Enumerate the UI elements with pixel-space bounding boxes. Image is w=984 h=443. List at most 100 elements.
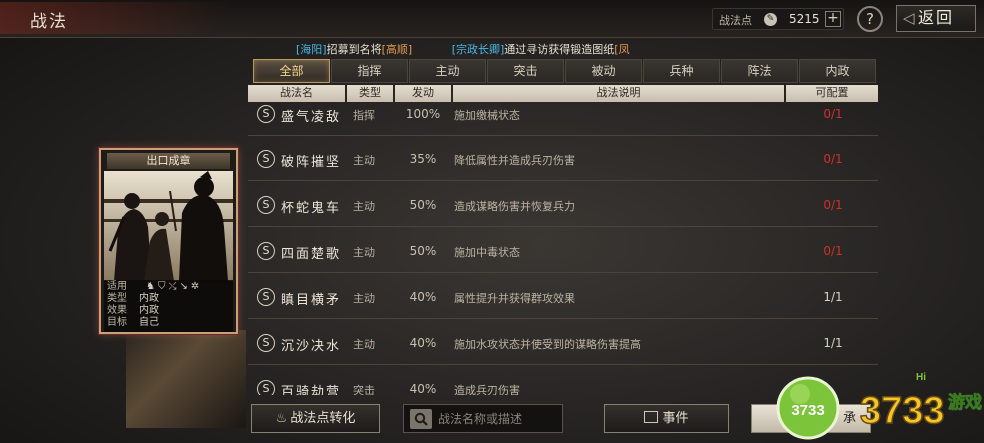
tactic-rate: 50% <box>409 197 437 212</box>
tactic-name: 瞋目横矛 <box>281 292 342 308</box>
tactic-rate: 40% <box>409 335 437 350</box>
column-header-type[interactable]: 类型 <box>347 85 393 102</box>
convert-points-button[interactable]: ♨ 战法点转化 <box>251 404 380 433</box>
ticker-text: 招募到名将 <box>326 43 382 56</box>
tactic-rate: 40% <box>409 289 437 304</box>
tab-formation[interactable]: 阵法 <box>721 59 798 83</box>
tactic-rate: 35% <box>409 151 437 166</box>
convert-points-label: 战法点转化 <box>290 411 356 426</box>
tactic-description: 降低属性并造成兵刃伤害 <box>454 153 575 167</box>
tactic-rate: 50% <box>409 243 437 258</box>
page-title: 战法 <box>30 12 68 32</box>
wheel-icon: ✲ <box>190 281 203 292</box>
grade-s-icon: S <box>257 287 275 306</box>
card-info-panel: 适用 ♞⛉⤯↘✲ 类型 内政 效果 内政 目标 自己 <box>104 280 233 332</box>
tactic-type: 突击 <box>353 383 375 396</box>
watermark-badge-text: 3733 <box>791 402 824 419</box>
column-header-rate[interactable]: 发动 <box>395 85 451 102</box>
card-info-key: 效果 <box>107 305 127 316</box>
tab-all[interactable]: 全部 <box>253 59 330 83</box>
tactic-description: 施加缴械状态 <box>454 108 520 122</box>
card-background-art <box>126 330 246 428</box>
tactic-row[interactable]: S 盛气凌敌 指挥 100% 施加缴械状态 0/1 <box>248 103 878 136</box>
ticker-player-name: [海阳] <box>296 43 327 56</box>
back-button-label: 返回 <box>917 8 954 27</box>
help-button[interactable]: ? <box>857 6 883 32</box>
tactic-type: 主动 <box>353 153 375 167</box>
tactic-configurable: 0/1 <box>823 106 843 121</box>
column-header-name[interactable]: 战法名 <box>248 85 345 102</box>
ticker-message: [宗政长卿]通过寻访获得锻造图纸[凤 <box>452 41 630 57</box>
card-info-value: 自己 <box>139 317 159 328</box>
add-points-button[interactable]: + <box>825 11 841 27</box>
grade-s-icon: S <box>257 104 275 123</box>
tab-passive[interactable]: 被动 <box>565 59 642 83</box>
search-icon[interactable] <box>410 409 432 429</box>
tactic-type: 指挥 <box>353 108 375 122</box>
tactic-name: 盛气凌敌 <box>281 109 342 125</box>
event-button[interactable]: 事件 <box>604 404 729 433</box>
tactic-row[interactable]: S 瞋目横矛 主动 40% 属性提升并获得群攻效果 1/1 <box>248 275 878 319</box>
tactic-configurable: 0/1 <box>823 151 843 166</box>
event-button-label: 事件 <box>662 411 689 426</box>
watermark-hi-text: Hi <box>916 372 926 383</box>
tactic-configurable: 0/1 <box>823 243 843 258</box>
column-header-configurable[interactable]: 可配置 <box>786 85 878 102</box>
category-tabs: 全部 指挥 主动 突击 被动 兵种 阵法 内政 <box>253 59 877 83</box>
card-info-effect: 效果 内政 <box>107 305 159 317</box>
search-input[interactable] <box>438 409 560 429</box>
tactic-points-icon: ✎ <box>764 13 777 26</box>
tactic-name: 破阵摧坚 <box>281 154 342 170</box>
tactics-list[interactable]: S 盛气凌敌 指挥 100% 施加缴械状态 0/1 S 破阵摧坚 主动 35% … <box>248 103 878 395</box>
tab-assault[interactable]: 突击 <box>487 59 564 83</box>
grade-s-icon: S <box>257 195 275 214</box>
shield-icon: ⛉ <box>157 281 169 292</box>
tab-troop[interactable]: 兵种 <box>643 59 720 83</box>
tactic-description: 属性提升并获得群攻效果 <box>454 291 575 305</box>
tab-active[interactable]: 主动 <box>409 59 486 83</box>
ticker-player-name: [宗政长卿] <box>451 43 505 56</box>
card-artwork <box>104 171 233 281</box>
ticker-item: [凤 <box>614 43 630 56</box>
tactic-points-box: 战法点 ✎ 5215 + <box>712 8 844 30</box>
tactic-type: 主动 <box>353 337 375 351</box>
ticker-text: 通过寻访获得锻造图纸 <box>504 43 615 56</box>
tactic-configurable: 1/1 <box>823 335 843 350</box>
tactic-card[interactable]: 出口成章 适用 ♞⛉⤯↘✲ 类型 内政 效果 内政 目标 自己 <box>99 148 238 334</box>
tactic-row[interactable]: S 沉沙决水 主动 40% 施加水攻状态并使受到的谋略伤害提高 1/1 <box>248 321 878 365</box>
tab-command[interactable]: 指挥 <box>331 59 408 83</box>
tactic-rate: 100% <box>405 106 441 121</box>
tactic-rate: 40% <box>409 381 437 396</box>
tactic-row[interactable]: S 破阵摧坚 主动 35% 降低属性并造成兵刃伤害 0/1 <box>248 137 878 181</box>
tactic-points-label: 战法点 <box>719 14 752 27</box>
bow-icon: ⤯ <box>168 281 180 292</box>
back-button[interactable]: ◁ 返回 <box>896 5 976 32</box>
tactic-name: 杯蛇鬼车 <box>281 200 342 216</box>
tactic-description: 施加中毒状态 <box>454 245 520 259</box>
grade-s-icon: S <box>257 149 275 168</box>
search-box <box>403 404 563 433</box>
top-bar: 战法 战法点 ✎ 5215 + ? ◁ 返回 <box>0 0 984 38</box>
tactic-row[interactable]: S 杯蛇鬼车 主动 50% 造成谋略伤害并恢复兵力 0/1 <box>248 183 878 227</box>
tactic-description: 造成兵刃伤害 <box>454 383 520 396</box>
card-info-target: 目标 自己 <box>107 317 159 329</box>
troop-type-icons: ♞⛉⤯↘✲ <box>146 281 202 293</box>
card-info-applicable: 适用 ♞⛉⤯↘✲ <box>107 281 199 293</box>
site-watermark: 3733 3733 游戏 Hi <box>776 372 982 440</box>
tab-internal[interactable]: 内政 <box>799 59 876 83</box>
event-icon <box>644 411 659 423</box>
card-info-value: 内政 <box>139 293 159 304</box>
watermark-tag-text: 游戏 <box>948 392 982 413</box>
grade-s-icon: S <box>257 333 275 352</box>
flame-icon: ♨ <box>275 411 288 426</box>
column-header-description: 战法说明 <box>453 85 784 102</box>
card-info-key: 目标 <box>107 317 127 328</box>
tactic-configurable: 0/1 <box>823 197 843 212</box>
tactic-row[interactable]: S 四面楚歌 主动 50% 施加中毒状态 0/1 <box>248 229 878 273</box>
tactic-name: 百骑劫营 <box>281 384 342 396</box>
watermark-brand-text: 3733 <box>860 390 945 432</box>
tactic-name: 沉沙决水 <box>281 338 342 354</box>
tactic-name: 四面楚歌 <box>281 246 342 262</box>
back-arrow-icon: ◁ <box>903 9 917 27</box>
card-info-value: 内政 <box>139 305 159 316</box>
